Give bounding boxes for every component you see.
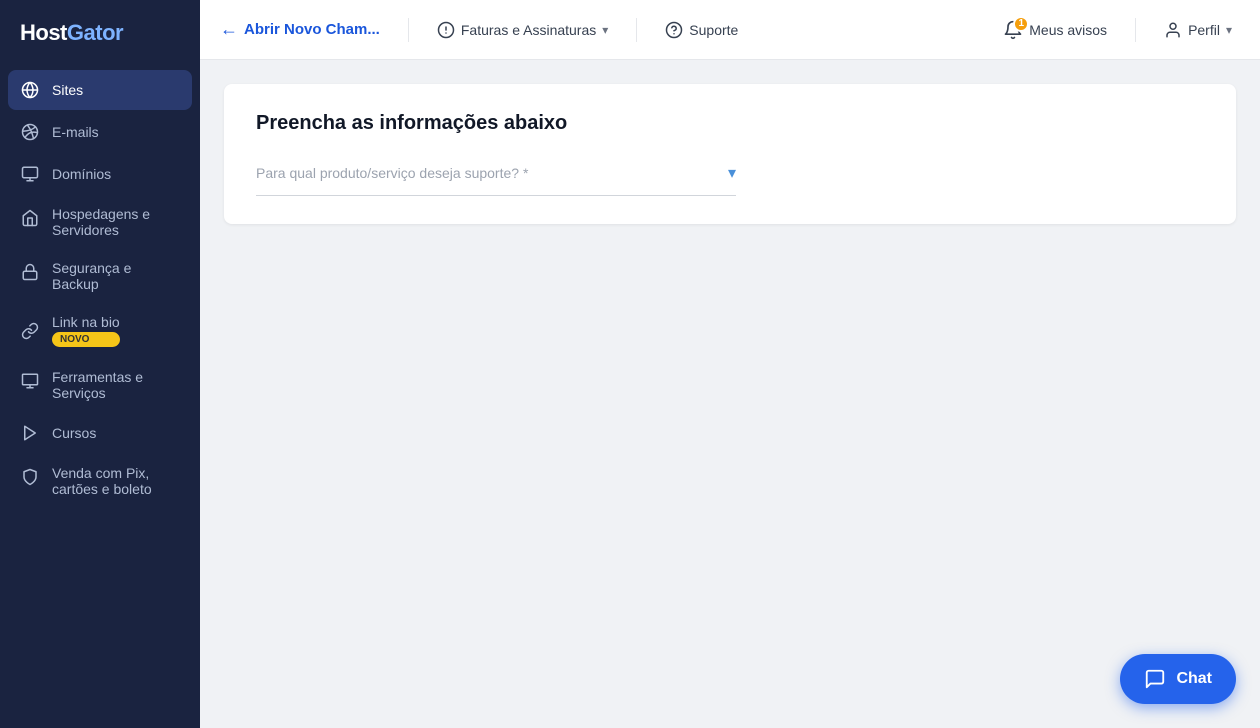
billing-label: Faturas e Assinaturas [461,22,596,38]
form-title: Preencha as informações abaixo [256,112,1204,135]
brand-logo: HostGator [0,0,200,70]
notification-count: 1 [1013,16,1029,32]
form-card: Preencha as informações abaixo Para qual… [224,84,1236,224]
main-content: Preencha as informações abaixo Para qual… [200,60,1260,728]
cursos-icon [20,423,40,443]
billing-chevron-icon: ▾ [602,23,608,37]
sidebar-item-ferramentas[interactable]: Ferramentas e Serviços [8,359,192,411]
sidebar-item-dominios-label: Domínios [52,166,111,182]
support-button[interactable]: Suporte [657,15,746,45]
notifications-label: Meus avisos [1029,22,1107,38]
product-select-placeholder: Para qual produto/serviço deseja suporte… [256,165,528,181]
sites-icon [20,80,40,100]
sidebar-item-emails[interactable]: E-mails [8,112,192,152]
back-button[interactable]: ← Abrir Novo Cham... [220,19,380,40]
chat-label: Chat [1176,670,1212,688]
sidebar-item-cursos[interactable]: Cursos [8,413,192,453]
sidebar-item-seguranca-label: Segurança e Backup [52,260,180,292]
dominios-icon [20,164,40,184]
chat-icon [1144,668,1166,690]
sidebar-item-sites-label: Sites [52,82,83,98]
sidebar-item-venda-pix[interactable]: Venda com Pix, cartões e boleto [8,455,192,507]
link-bio-icon [20,321,40,341]
venda-pix-icon [20,467,40,487]
new-badge: NOVO [52,332,120,347]
billing-icon [437,21,455,39]
support-icon [665,21,683,39]
sidebar-item-venda-pix-label: Venda com Pix, cartões e boleto [52,465,180,497]
ferramentas-icon [20,371,40,391]
profile-button[interactable]: Perfil ▾ [1156,15,1240,45]
profile-icon [1164,21,1182,39]
sidebar-item-seguranca[interactable]: Segurança e Backup [8,250,192,302]
topnav-divider-3 [1135,18,1136,42]
select-chevron-icon: ▾ [728,163,736,183]
topnav-divider-2 [636,18,637,42]
sidebar-item-dominios[interactable]: Domínios [8,154,192,194]
profile-label: Perfil [1188,22,1220,38]
sidebar: HostGator Sites E-mails Domínios Hosped [0,0,200,728]
sidebar-nav: Sites E-mails Domínios Hospedagens e Ser… [0,70,200,507]
sidebar-item-emails-label: E-mails [52,124,99,140]
sidebar-item-ferramentas-label: Ferramentas e Serviços [52,369,180,401]
profile-chevron-icon: ▾ [1226,23,1232,37]
main-area: ← Abrir Novo Cham... Faturas e Assinatur… [200,0,1260,728]
product-select-wrapper: Para qual produto/serviço deseja suporte… [256,159,736,196]
chat-button[interactable]: Chat [1120,654,1236,704]
support-label: Suporte [689,22,738,38]
back-arrow-icon: ← [220,19,238,40]
topnav-divider-1 [408,18,409,42]
billing-button[interactable]: Faturas e Assinaturas ▾ [429,15,616,45]
sidebar-item-link-bio-label: Link na bio [52,314,120,330]
topnav: ← Abrir Novo Cham... Faturas e Assinatur… [200,0,1260,60]
seguranca-icon [20,262,40,282]
sidebar-item-cursos-label: Cursos [52,425,96,441]
hospedagens-icon [20,208,40,228]
sidebar-item-sites[interactable]: Sites [8,70,192,110]
notifications-button[interactable]: 1 Meus avisos [995,14,1115,46]
sidebar-item-hospedagens-label: Hospedagens e Servidores [52,206,180,238]
back-label: Abrir Novo Cham... [244,21,380,38]
sidebar-item-link-bio[interactable]: Link na bio NOVO [8,304,192,357]
emails-icon [20,122,40,142]
product-select[interactable]: Para qual produto/serviço deseja suporte… [256,159,736,187]
sidebar-item-hospedagens[interactable]: Hospedagens e Servidores [8,196,192,248]
